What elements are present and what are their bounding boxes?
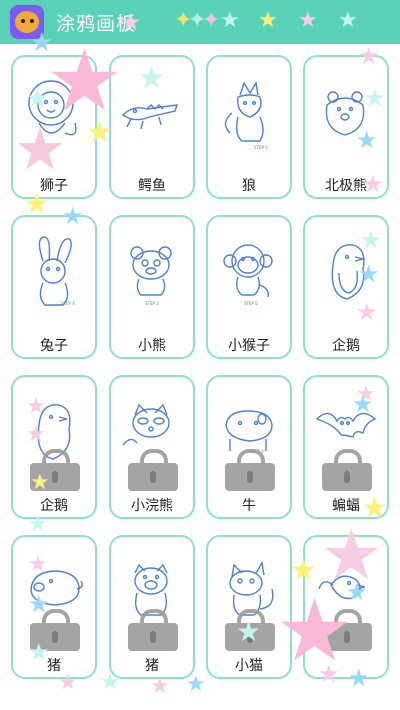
card-label: 小浣熊 [131, 498, 173, 514]
lion-drawing [28, 80, 77, 136]
card-wolf[interactable]: STEP 6 狼 [206, 55, 292, 199]
card-label: 蝙蝠 [332, 498, 360, 514]
card-label: 狼 [242, 178, 256, 194]
app-title: 涂鸦画板 [56, 13, 137, 35]
card-cat[interactable]: 小猫 [206, 535, 292, 679]
drawing-grid: 狮子 鳄鱼 STEP 6 狼 北极熊 STEP 4 兔子 STEP 3 小熊 S… [0, 44, 400, 710]
card-label: 鳄鱼 [138, 178, 166, 194]
lock-icon [128, 449, 178, 491]
pink-star-icon: ★ [298, 8, 318, 33]
card-raccoon[interactable]: 小浣熊 [109, 375, 195, 519]
card-label: 牛 [242, 498, 256, 514]
svg-text:STEP 3: STEP 3 [145, 301, 159, 306]
card-cow[interactable]: STEP 5 牛 [206, 375, 292, 519]
wolf-drawing: STEP 6 [224, 81, 268, 150]
card-label: 企鹅 [40, 498, 68, 514]
card-label: 猪 [47, 658, 61, 674]
header-bar: 涂鸦画板 ✦ ✦ ✦ ★ ★ ★ ★ [0, 0, 400, 44]
svg-text:STEP 4: STEP 4 [61, 301, 75, 306]
card-bear[interactable]: STEP 3 小熊 [109, 215, 195, 359]
card-pig[interactable]: 猪 [11, 535, 97, 679]
lock-icon [30, 609, 80, 651]
card-label: 猪 [145, 658, 159, 674]
card-lion[interactable]: 狮子 [11, 55, 97, 199]
monkey-drawing: STEP 5 [223, 244, 273, 306]
lock-icon [322, 449, 372, 491]
card-penguin[interactable]: 企鹅 [303, 215, 389, 359]
card-label: 兔子 [40, 338, 68, 354]
polar-bear-drawing [325, 91, 365, 136]
card-label: 小熊 [138, 338, 166, 354]
card-label: 北极熊 [325, 178, 367, 194]
card-label: 小猴子 [228, 338, 270, 354]
lock-icon [30, 449, 80, 491]
card-penguin-2[interactable]: 企鹅 [11, 375, 97, 519]
bear-app-icon[interactable] [10, 5, 44, 39]
card-bird[interactable] [303, 535, 389, 679]
card-rabbit[interactable]: STEP 4 兔子 [11, 215, 97, 359]
card-bat[interactable]: 蝙蝠 [303, 375, 389, 519]
svg-text:STEP 5: STEP 5 [244, 301, 258, 306]
penguin-drawing [331, 244, 365, 300]
card-label: 狮子 [40, 178, 68, 194]
card-polar-bear[interactable]: 北极熊 [303, 55, 389, 199]
lock-icon [225, 449, 275, 491]
bear-drawing: STEP 3 [130, 246, 172, 306]
svg-text:STEP 6: STEP 6 [254, 145, 268, 150]
crocodile-drawing [121, 104, 179, 130]
rabbit-drawing: STEP 4 [38, 236, 75, 306]
lock-icon [322, 609, 372, 651]
card-pig-2[interactable]: 猪 [109, 535, 195, 679]
lock-icon [225, 609, 275, 651]
rainbow-star-icon: ✦ [202, 8, 221, 33]
card-crocodile[interactable]: 鳄鱼 [109, 55, 195, 199]
lock-icon [128, 609, 178, 651]
card-label: 企鹅 [332, 338, 360, 354]
card-monkey[interactable]: STEP 5 小猴子 [206, 215, 292, 359]
mint-star-icon: ★ [338, 8, 358, 33]
mint-star-icon: ★ [220, 8, 240, 33]
card-label: 小猫 [235, 658, 263, 674]
yellow-star-icon: ★ [258, 8, 278, 33]
